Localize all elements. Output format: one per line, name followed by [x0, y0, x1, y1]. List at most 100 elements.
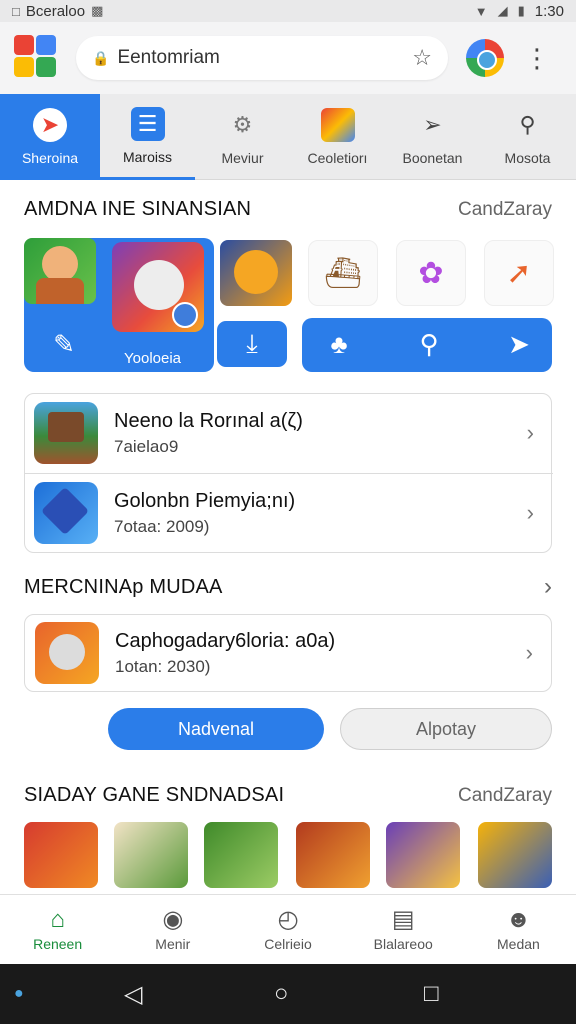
nav-label: Medan — [497, 935, 540, 952]
status-time: 1:30 — [534, 2, 564, 20]
battery-icon: ▮ — [517, 3, 525, 18]
tab-category-6[interactable]: ⚲ Mosota — [480, 94, 575, 180]
address-bar[interactable]: 🔒 Eentomriam ☆ — [76, 36, 448, 80]
tab-label: Ceoletiorı — [307, 150, 368, 166]
game-tile-forest[interactable] — [204, 822, 278, 888]
nav-item-store[interactable]: ◉ Menir — [115, 895, 230, 964]
gear-icon: ⚙ — [232, 112, 253, 137]
nav-label: Reneen — [33, 935, 83, 952]
section-header-games: SIADAY GANE SNDNADSAI CandZaray — [24, 784, 552, 807]
featured-games: ✎ Yooloeia ⤓ ⛴ ✿ ➚ ♣ ⚲ ➤ — [24, 238, 554, 374]
message-icon: ▩ — [91, 3, 104, 18]
game-tile-cannon[interactable] — [296, 822, 370, 888]
game-tile-cat[interactable] — [220, 240, 292, 306]
section-header-second: MERCNINAp MUDAA › — [24, 573, 552, 601]
game-tile-goblin[interactable] — [114, 822, 188, 888]
section-title: MERCNINAp MUDAA — [24, 575, 223, 598]
compass-icon: ➤ — [33, 108, 67, 142]
tab-category-1[interactable]: ➤ Sheroina — [0, 94, 100, 180]
home-icon: ⌂ — [50, 905, 65, 933]
pin-icon: ✎ — [53, 328, 75, 359]
see-all-link[interactable]: CandZaray — [458, 785, 552, 807]
game-tile-robot[interactable] — [478, 822, 552, 888]
tab-label: Meviur — [221, 150, 264, 166]
game-tile-ship[interactable]: ⛴ — [308, 240, 378, 306]
tab-label: Sheroina — [21, 150, 79, 166]
home-button[interactable]: ○ — [274, 980, 289, 1008]
system-navigation: ● ◁ ○ □ — [0, 964, 576, 1024]
tab-category-4[interactable]: Ceoletiorı — [290, 94, 385, 180]
browser-bar: 🔒 Eentomriam ☆ ⋮ — [0, 22, 576, 94]
location-icon: ⚲ — [419, 328, 439, 359]
game-tile-rabbit[interactable] — [112, 242, 204, 332]
game-tile-adventurer[interactable] — [24, 238, 96, 304]
game-thumb-gem — [34, 482, 98, 544]
list-item[interactable]: Caphogadary6loria: a0a) 1otan: 2030) › — [24, 614, 552, 692]
bookmark-star-icon[interactable]: ☆ — [412, 45, 432, 71]
see-all-link[interactable]: CandZaray — [458, 199, 552, 221]
game-thumb-castle — [34, 402, 98, 464]
profile-avatar[interactable] — [466, 39, 504, 77]
game-title: Golonbn Piemyia;nı) — [114, 489, 296, 512]
send-icon: ➤ — [508, 328, 530, 359]
panel-label: Yooloeia — [124, 350, 182, 367]
url-text: Eentomriam — [117, 47, 220, 68]
status-title: Bceraloo — [25, 2, 86, 20]
recents-button[interactable]: □ — [424, 980, 439, 1008]
nav-item-clock[interactable]: ◴ Celrieio — [230, 895, 345, 964]
category-tabs: ➤ Sheroina ☰ Maroiss ⚙ Meviur Ceoletiorı… — [0, 94, 576, 180]
tab-category-5[interactable]: ➢ Boonetan — [385, 94, 480, 180]
nav-item-home[interactable]: ⌂ Reneen — [0, 895, 115, 964]
nav-label: Celrieio — [264, 935, 312, 952]
chevron-right-icon[interactable]: › — [544, 573, 552, 601]
bottom-navigation: ⌂ Reneen ◉ Menir ◴ Celrieio ▤ Blalareoo … — [0, 894, 576, 964]
shield-download-icon: ⤓ — [246, 328, 258, 358]
tab-category-2[interactable]: ☰ Maroiss — [100, 94, 195, 180]
search-icon: ⚲ — [519, 112, 536, 137]
chevron-right-icon: › — [525, 640, 533, 665]
nav-label: Blalareoo — [373, 935, 433, 952]
game-title: Neeno la Rorınal a(ζ) — [114, 409, 303, 432]
chevron-right-icon: › — [526, 500, 534, 525]
nav-label: Menir — [155, 935, 191, 952]
game-subtitle: 1otan: 2030) — [115, 656, 211, 676]
more-menu-icon[interactable]: ⋮ — [524, 45, 550, 71]
game-tile-carrot[interactable]: ➚ — [484, 240, 554, 306]
clock-icon: ◴ — [277, 905, 299, 933]
section-title: SIADAY GANE SNDNADSAI — [24, 784, 285, 806]
lock-icon: 🔒 — [92, 49, 110, 66]
section-title: AMDNA INE SINANSIAN — [24, 198, 252, 220]
section-header-featured: AMDNA INE SINANSIAN CandZaray — [24, 198, 552, 221]
game-tile-hero[interactable] — [386, 822, 460, 888]
nav-item-list[interactable]: ▤ Blalareoo — [346, 895, 461, 964]
game-tile-flower[interactable]: ✿ — [396, 240, 466, 306]
store-icon: ◉ — [162, 905, 184, 933]
tab-label: Mosota — [504, 150, 551, 166]
chevron-right-icon: › — [526, 420, 534, 445]
news-icon: ☰ — [130, 106, 165, 141]
secondary-button[interactable]: Alpotay — [340, 708, 552, 750]
list-item[interactable]: Neeno la Rorınal a(ζ) 7aielao9 › — [24, 394, 552, 472]
wifi-icon: ▼ — [474, 3, 488, 19]
list-icon: ▤ — [391, 905, 415, 933]
games-strip — [24, 822, 576, 888]
list-item[interactable]: Golonbn Piemyia;nı) 7otaa: 2009) › — [24, 474, 552, 552]
cube-icon — [320, 108, 355, 142]
user-icon: ☻ — [505, 905, 532, 933]
app-logo[interactable] — [14, 35, 60, 81]
tab-category-3[interactable]: ⚙ Meviur — [195, 94, 290, 180]
game-title: Caphogadary6loria: a0a) — [115, 629, 336, 652]
back-button[interactable]: ◁ — [124, 980, 142, 1009]
bluetooth-icon: ● — [14, 985, 24, 1002]
status-bar: □ Bceraloo ▩ ▼ ◢ ▮ 1:30 — [0, 0, 576, 22]
tab-label: Boonetan — [402, 150, 463, 166]
game-thumb-bunny — [35, 622, 99, 684]
game-subtitle: 7otaa: 2009) — [114, 516, 210, 536]
notification-icon: □ — [12, 3, 20, 19]
primary-button[interactable]: Nadvenal — [108, 708, 324, 750]
game-tile-rocket[interactable] — [24, 822, 98, 888]
nav-item-user[interactable]: ☻ Medan — [461, 895, 576, 964]
rocket-icon: ➢ — [423, 112, 442, 137]
game-subtitle: 7aielao9 — [114, 436, 179, 456]
tab-label: Maroiss — [122, 148, 172, 165]
